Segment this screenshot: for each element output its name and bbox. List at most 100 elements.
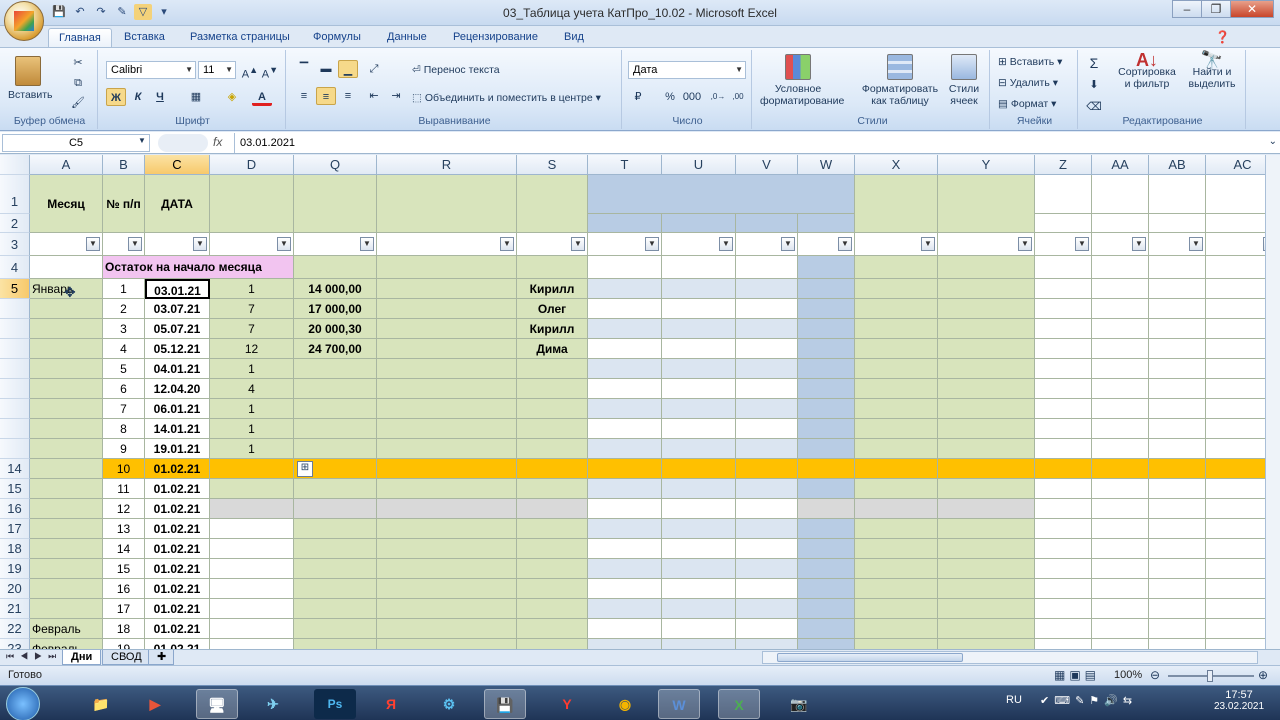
cell-v[interactable]: [736, 279, 798, 299]
row-header[interactable]: 22: [0, 619, 30, 639]
cell-v4[interactable]: [736, 256, 798, 279]
cell-z[interactable]: [1035, 439, 1092, 459]
cell-a4[interactable]: [30, 256, 103, 279]
cell-v[interactable]: [736, 439, 798, 459]
row-header[interactable]: 18: [0, 539, 30, 559]
cell-z[interactable]: [1035, 559, 1092, 579]
cell-y[interactable]: [938, 339, 1035, 359]
cell-b[interactable]: 3: [103, 319, 145, 339]
cell-ab[interactable]: [1149, 399, 1206, 419]
office-button[interactable]: [4, 1, 44, 41]
cell-c[interactable]: 06.01.21: [145, 399, 210, 419]
cell-d[interactable]: 7: [210, 299, 294, 319]
header-cell-r[interactable]: [377, 175, 517, 233]
cell-ab[interactable]: [1149, 299, 1206, 319]
column-header-ab[interactable]: AB: [1149, 155, 1206, 175]
filter-dropdown-icon[interactable]: ▼: [1189, 237, 1203, 251]
cell-v[interactable]: [736, 299, 798, 319]
cell-d[interactable]: 1: [210, 359, 294, 379]
cell-x[interactable]: [855, 479, 938, 499]
cell-v[interactable]: [736, 499, 798, 519]
cell-d[interactable]: 7: [210, 319, 294, 339]
network-app-icon[interactable]: ⚙: [428, 689, 470, 719]
cell-q[interactable]: [294, 379, 377, 399]
cell-y[interactable]: [938, 439, 1035, 459]
cell-x[interactable]: [855, 439, 938, 459]
header-cell-ab[interactable]: [1149, 175, 1206, 214]
cell-aa[interactable]: [1092, 359, 1149, 379]
clear-icon[interactable]: ⌫: [1084, 98, 1104, 116]
cell-aa[interactable]: [1092, 619, 1149, 639]
copy-icon[interactable]: ⧉: [68, 74, 88, 92]
cell-b[interactable]: 18: [103, 619, 145, 639]
cell-c[interactable]: 01.02.21: [145, 559, 210, 579]
cell-x[interactable]: [855, 539, 938, 559]
cell-ab[interactable]: [1149, 379, 1206, 399]
cell-u[interactable]: [662, 619, 736, 639]
cell-r[interactable]: [377, 279, 517, 299]
header-cell-b[interactable]: № п/п: [103, 175, 145, 233]
row-header[interactable]: 3: [0, 233, 30, 256]
cell-b[interactable]: 12: [103, 499, 145, 519]
cell-d[interactable]: [210, 519, 294, 539]
filter-dropdown-icon[interactable]: ▼: [360, 237, 374, 251]
cell-aa[interactable]: [1092, 519, 1149, 539]
vertical-scrollbar[interactable]: [1265, 155, 1280, 649]
cell-q[interactable]: [294, 439, 377, 459]
cell-ab[interactable]: [1149, 439, 1206, 459]
align-left-icon[interactable]: ≡: [294, 87, 314, 105]
shrink-font-icon[interactable]: A▼: [260, 61, 280, 81]
cell-r[interactable]: [377, 499, 517, 519]
cell-b[interactable]: 17: [103, 599, 145, 619]
cell-u[interactable]: [662, 299, 736, 319]
cell-z[interactable]: [1035, 279, 1092, 299]
cell-r[interactable]: [377, 559, 517, 579]
cell-u[interactable]: [662, 399, 736, 419]
cell-y[interactable]: [938, 559, 1035, 579]
header-cell-q[interactable]: [294, 175, 377, 233]
cell-v[interactable]: [736, 619, 798, 639]
tab-formulas[interactable]: Формулы: [303, 28, 371, 48]
cell-y[interactable]: [938, 639, 1035, 649]
cell-t[interactable]: [588, 319, 662, 339]
cell-w[interactable]: [798, 339, 855, 359]
desktop-icon[interactable]: 🖥: [196, 689, 238, 719]
tab-review[interactable]: Рецензирование: [443, 28, 548, 48]
column-header-r[interactable]: R: [377, 155, 517, 175]
cell-ab[interactable]: [1149, 599, 1206, 619]
cell-x[interactable]: [855, 339, 938, 359]
cell-a[interactable]: [30, 479, 103, 499]
cell-d[interactable]: [210, 579, 294, 599]
row-header[interactable]: 5: [0, 279, 30, 299]
cell-w[interactable]: [798, 359, 855, 379]
cell-a[interactable]: [30, 439, 103, 459]
cell-d[interactable]: [210, 539, 294, 559]
paste-options-icon[interactable]: ⊞: [297, 461, 313, 477]
cell-y[interactable]: [938, 479, 1035, 499]
row-header[interactable]: [0, 379, 30, 399]
cell-b[interactable]: 6: [103, 379, 145, 399]
camera-app-icon[interactable]: 📷: [778, 689, 820, 719]
cell-u[interactable]: [662, 319, 736, 339]
cell-aa[interactable]: [1092, 639, 1149, 649]
cell-q[interactable]: [294, 419, 377, 439]
cell-u[interactable]: [662, 539, 736, 559]
cell-aa[interactable]: [1092, 339, 1149, 359]
cell-c[interactable]: 01.02.21: [145, 639, 210, 649]
cell-s[interactable]: [517, 439, 588, 459]
cell-b[interactable]: 9: [103, 439, 145, 459]
cell-x[interactable]: [855, 519, 938, 539]
cell-r4[interactable]: [377, 256, 517, 279]
row-header[interactable]: 4: [0, 256, 30, 279]
cell-v[interactable]: [736, 519, 798, 539]
cell-x[interactable]: [855, 299, 938, 319]
cell-aa[interactable]: [1092, 399, 1149, 419]
cell-v[interactable]: [736, 459, 798, 479]
font-name-select[interactable]: Calibri ▼: [106, 61, 196, 79]
cell-s[interactable]: [517, 579, 588, 599]
cell-r[interactable]: [377, 459, 517, 479]
increase-decimal-icon[interactable]: ,0→: [708, 88, 728, 106]
row-header[interactable]: [0, 399, 30, 419]
cell-d[interactable]: 1: [210, 439, 294, 459]
cell-b[interactable]: 10: [103, 459, 145, 479]
